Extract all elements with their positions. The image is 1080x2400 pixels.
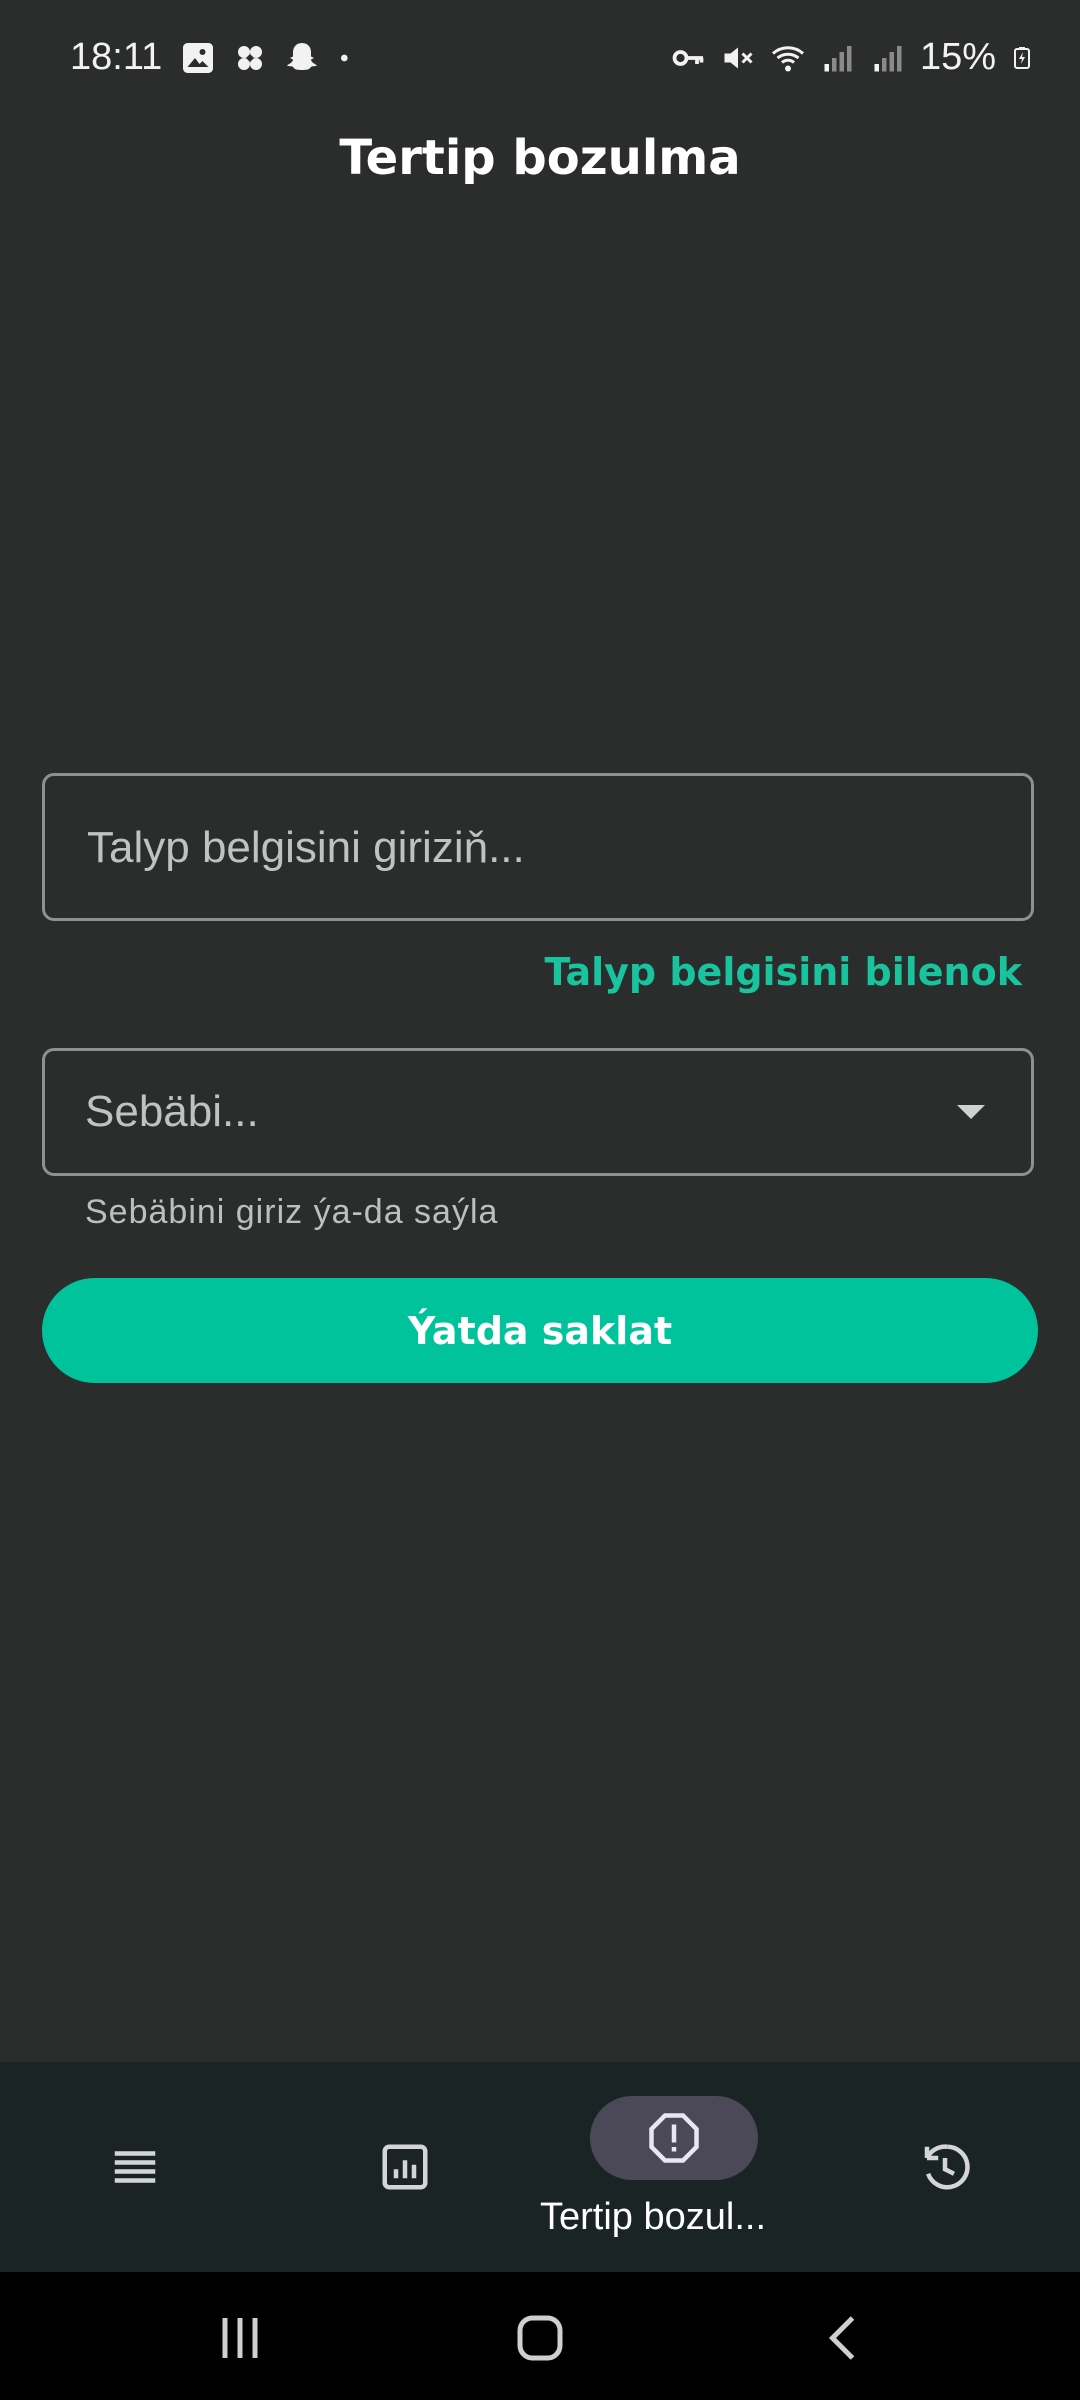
list-icon	[114, 2151, 156, 2183]
save-button[interactable]: Ýatda saklat	[42, 1278, 1038, 1383]
history-icon	[924, 2144, 970, 2190]
mute-icon	[724, 47, 753, 68]
signal-icon	[824, 45, 852, 71]
pinwheel-icon	[238, 46, 262, 70]
home-icon[interactable]	[510, 2308, 570, 2368]
battery-charging-icon	[1014, 46, 1030, 69]
reason-helper-text: Sebäbini giriz ýa-da saýla	[85, 1193, 499, 1231]
back-icon[interactable]	[815, 2308, 875, 2368]
system-navigation-bar	[0, 2272, 1080, 2400]
recent-apps-icon[interactable]	[210, 2308, 270, 2368]
page-title: Tertip bozulma	[339, 130, 741, 186]
bottom-navigation: Tertip bozul...	[0, 2062, 1080, 2272]
nav-item-violation[interactable]: Tertip bozul...	[520, 2062, 840, 2272]
status-bar: 18:11 15%	[0, 0, 1080, 120]
student-id-field[interactable]	[42, 773, 1034, 921]
unknown-student-id-link[interactable]: Talyp belgisini bilenok	[544, 950, 1022, 994]
gallery-icon	[183, 43, 213, 73]
status-system-icons: 15%	[670, 36, 1034, 79]
dot-icon	[341, 54, 348, 62]
nav-label-violation: Tertip bozul...	[540, 2196, 766, 2238]
battery-percent: 15%	[919, 36, 996, 78]
vpn-key-icon	[672, 49, 704, 66]
alert-octagon-icon	[649, 2113, 699, 2163]
status-notification-icons	[180, 40, 356, 76]
reason-placeholder: Sebäbi...	[85, 1087, 259, 1136]
dropdown-arrow-icon[interactable]	[957, 1105, 985, 1119]
reason-dropdown[interactable]: Sebäbi...	[42, 1048, 1034, 1176]
nav-item-list[interactable]	[70, 2062, 200, 2272]
status-time: 18:11	[70, 36, 163, 78]
snapchat-icon	[287, 43, 317, 70]
stats-icon	[382, 2144, 428, 2190]
nav-item-stats[interactable]	[340, 2062, 470, 2272]
student-id-input[interactable]	[85, 776, 989, 920]
wifi-icon	[771, 45, 804, 71]
signal-icon	[874, 45, 902, 71]
nav-item-history[interactable]	[880, 2062, 1010, 2272]
